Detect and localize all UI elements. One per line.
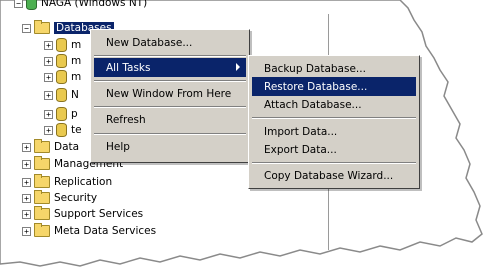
submenu-arrow-icon	[236, 63, 240, 71]
folder-icon	[34, 156, 50, 170]
menu-item-new-database[interactable]: New Database...	[94, 33, 246, 52]
expand-icon[interactable]: +	[22, 159, 31, 169]
menu-separator	[94, 133, 246, 135]
expand-icon[interactable]: +	[22, 193, 31, 203]
tree-label: te	[71, 124, 82, 136]
tree-node-support-services[interactable]: + Support Services	[22, 206, 143, 222]
tree-label: m	[71, 39, 82, 51]
menu-item-label: Export Data...	[264, 143, 337, 156]
tree-node-db[interactable]: + te	[44, 122, 82, 138]
menu-item-label: Attach Database...	[264, 98, 362, 111]
menu-separator	[94, 55, 246, 57]
tree-node-db[interactable]: + p	[44, 106, 78, 122]
all-tasks-submenu: Backup Database... Restore Database... A…	[248, 55, 420, 189]
menu-separator	[252, 162, 416, 164]
tree-node-db[interactable]: + m	[44, 37, 81, 53]
expand-icon[interactable]: +	[44, 72, 53, 82]
expand-icon[interactable]: +	[44, 40, 53, 50]
menu-item-export-data[interactable]: Export Data...	[252, 140, 416, 159]
menu-separator	[252, 117, 416, 119]
server-icon	[26, 0, 37, 10]
menu-item-label: New Database...	[106, 36, 193, 49]
collapse-icon[interactable]: −	[22, 23, 31, 33]
menu-item-backup-database[interactable]: Backup Database...	[252, 59, 416, 78]
expand-icon[interactable]: +	[44, 125, 53, 135]
expand-icon[interactable]: +	[44, 109, 53, 119]
database-icon	[56, 70, 67, 84]
tree-node-replication[interactable]: + Replication	[22, 174, 112, 190]
database-icon	[56, 123, 67, 137]
menu-item-label: Refresh	[106, 113, 146, 126]
expand-icon[interactable]: +	[22, 209, 31, 219]
database-icon	[56, 38, 67, 52]
tree-node-data[interactable]: + Data	[22, 139, 79, 155]
tree-node-db[interactable]: + N	[44, 87, 79, 103]
menu-item-help[interactable]: Help	[94, 137, 246, 156]
menu-item-label: Backup Database...	[264, 62, 366, 75]
menu-item-all-tasks[interactable]: All Tasks	[94, 58, 246, 77]
tree-node-db[interactable]: + m	[44, 53, 81, 69]
folder-icon	[34, 190, 50, 204]
menu-item-refresh[interactable]: Refresh	[94, 110, 246, 129]
tree-label: N	[71, 89, 79, 101]
expand-icon[interactable]: +	[44, 56, 53, 66]
tree-node-server[interactable]: − NAGA (Windows NT)	[14, 0, 147, 11]
expand-icon[interactable]: +	[44, 90, 53, 100]
folder-icon	[34, 20, 50, 34]
tree-label: p	[71, 108, 78, 120]
context-menu: New Database... All Tasks New Window Fro…	[90, 29, 250, 163]
menu-item-copy-database-wizard[interactable]: Copy Database Wizard...	[252, 166, 416, 185]
tree-label: m	[71, 55, 82, 67]
collapse-icon[interactable]: −	[14, 0, 23, 8]
tree-label: Data	[54, 141, 80, 153]
folder-icon	[34, 174, 50, 188]
menu-item-label: Copy Database Wizard...	[264, 169, 394, 182]
folder-icon	[34, 206, 50, 220]
menu-item-import-data[interactable]: Import Data...	[252, 122, 416, 141]
menu-item-restore-database[interactable]: Restore Database...	[252, 77, 416, 96]
menu-item-label: Restore Database...	[264, 80, 368, 93]
folder-icon	[34, 223, 50, 237]
tree-label: Support Services	[54, 208, 144, 220]
tree-label: Security	[54, 192, 98, 204]
menu-item-label: New Window From Here	[106, 87, 232, 100]
menu-separator	[94, 106, 246, 108]
menu-item-new-window[interactable]: New Window From Here	[94, 84, 246, 103]
tree-label: Meta Data Services	[54, 225, 157, 237]
tree-node-db[interactable]: + m	[44, 69, 81, 85]
folder-icon	[34, 139, 50, 153]
database-icon	[56, 54, 67, 68]
menu-item-label: Help	[106, 140, 130, 153]
expand-icon[interactable]: +	[22, 226, 31, 236]
menu-item-label: Import Data...	[264, 125, 338, 138]
tree-label: m	[71, 71, 82, 83]
database-icon	[56, 107, 67, 121]
menu-item-label: All Tasks	[106, 61, 151, 74]
tree-node-security[interactable]: + Security	[22, 190, 97, 206]
database-icon	[56, 88, 67, 102]
expand-icon[interactable]: +	[22, 142, 31, 152]
expand-icon[interactable]: +	[22, 177, 31, 187]
tree-node-meta-data-services[interactable]: + Meta Data Services	[22, 223, 156, 239]
menu-item-attach-database[interactable]: Attach Database...	[252, 95, 416, 114]
tree-label: NAGA (Windows NT)	[41, 0, 148, 9]
menu-separator	[94, 80, 246, 82]
tree-label: Replication	[54, 176, 113, 188]
